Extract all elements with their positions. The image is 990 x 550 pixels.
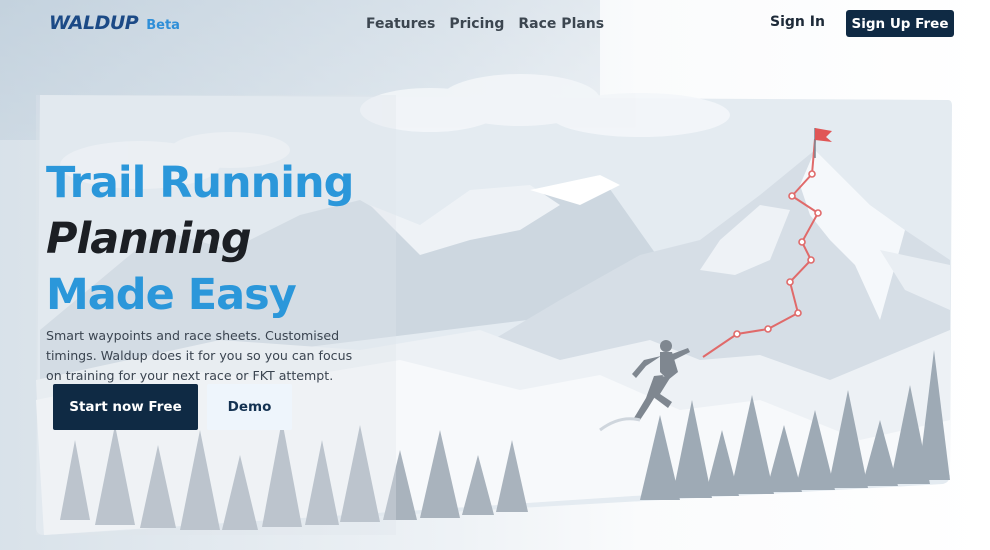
sign-up-button[interactable]: Sign Up Free xyxy=(846,10,954,37)
landing-page: WALDUP Beta Features Pricing Race Plans … xyxy=(0,0,990,550)
top-navigation: WALDUP Beta Features Pricing Race Plans … xyxy=(0,0,990,50)
nav-link-features[interactable]: Features xyxy=(366,16,435,32)
nav-link-race-plans[interactable]: Race Plans xyxy=(518,16,604,32)
headline-line-3: Made Easy xyxy=(46,270,297,320)
nav-link-pricing[interactable]: Pricing xyxy=(449,16,504,32)
brand-logo[interactable]: WALDUP Beta xyxy=(49,12,180,34)
headline-line-2: Planning xyxy=(46,214,252,264)
headline-line-1: Trail Running xyxy=(46,158,354,208)
nav-links: Features Pricing Race Plans xyxy=(366,16,604,32)
hero-headline: Trail Running Planning Made Easy xyxy=(46,155,426,323)
demo-button[interactable]: Demo xyxy=(207,384,292,430)
start-now-button[interactable]: Start now Free xyxy=(53,384,198,430)
hero-description: Smart waypoints and race sheets. Customi… xyxy=(46,328,353,383)
brand-name: WALDUP xyxy=(49,12,139,34)
sign-in-link[interactable]: Sign In xyxy=(770,14,825,30)
beta-badge: Beta xyxy=(146,18,180,33)
